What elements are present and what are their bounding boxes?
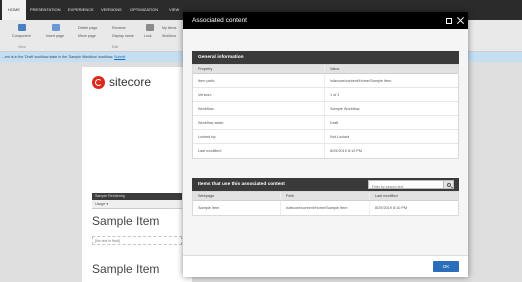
text-field-placeholder[interactable]: [No text in field]	[92, 236, 182, 245]
column-header-webpage: Webpage	[193, 192, 281, 200]
value-cell: 1 of 1	[330, 93, 340, 97]
value-cell: Draft	[330, 121, 339, 125]
table-row: Workflow state: Draft	[193, 116, 458, 130]
edit-group-label: Edit	[112, 45, 119, 49]
general-info-table: Property Value Item path: /sitecore/cont…	[192, 64, 459, 159]
items-section-heading: Items that use this associated content	[192, 178, 459, 191]
value-cell: /sitecore/content/Home/Sample Item	[330, 79, 392, 83]
view-group-label: View	[18, 45, 26, 49]
table-row[interactable]: Sample Item /sitecore/content/Home/Sampl…	[193, 201, 458, 215]
table-row: Workflow: Sample Workflow	[193, 102, 458, 116]
general-info-heading: General information	[192, 51, 459, 64]
table-row: Item path: /sitecore/content/Home/Sample…	[193, 74, 458, 88]
property-cell: Workflow state:	[193, 116, 325, 129]
value-cell: Sample Workflow	[330, 107, 360, 111]
rendering-chrome[interactable]: Sample Rendering	[92, 193, 182, 200]
delete-page-button[interactable]: Delete page	[78, 26, 97, 30]
lock-icon[interactable]	[146, 24, 154, 31]
column-header-last-modified: Last modified	[375, 194, 398, 198]
sample-item-title-2[interactable]: Sample Item	[92, 262, 159, 276]
maximize-icon	[445, 17, 452, 24]
webpage-cell[interactable]: Sample Item	[193, 201, 281, 215]
notice-text: ...em is in the 'Draft' workflow state i…	[2, 55, 114, 59]
close-button[interactable]	[456, 16, 465, 25]
tab-home[interactable]: HOME	[2, 0, 26, 20]
property-cell: Version:	[193, 88, 325, 101]
table-row: Last modified: 8/29/2019 8:10 PM	[193, 144, 458, 158]
ok-button[interactable]: OK	[433, 261, 459, 272]
sitecore-logo-icon	[92, 75, 105, 89]
column-header-path: Path	[281, 192, 370, 200]
table-header: Property Value	[193, 65, 458, 74]
submit-link[interactable]: Submit	[114, 55, 125, 59]
dialog-title: Associated content	[192, 17, 247, 24]
table-header: Webpage Path Last modified	[193, 192, 458, 201]
tab-presentation[interactable]: PRESENTATION	[24, 0, 67, 20]
insert-page-button[interactable]: Insert page	[46, 34, 64, 38]
rename-button[interactable]: Rename	[112, 26, 126, 30]
sample-item-title[interactable]: Sample Item	[92, 214, 159, 228]
tab-versions[interactable]: VERSIONS	[95, 0, 128, 20]
logo-text: sitecore	[109, 75, 152, 89]
column-header-property: Property	[193, 65, 325, 73]
property-cell: Workflow:	[193, 102, 325, 115]
tab-view[interactable]: VIEW	[163, 0, 185, 20]
path-cell: /sitecore/content/Home/Sample Item	[281, 201, 370, 215]
component-icon[interactable]	[18, 24, 26, 31]
search-icon	[446, 182, 451, 187]
value-cell: 8/29/2019 8:10 PM	[330, 149, 363, 153]
workbox-button[interactable]: Workbox	[162, 34, 176, 38]
sitecore-logo: sitecore	[92, 75, 151, 89]
modified-cell: 8/29/2019 8:10 PM	[375, 206, 408, 210]
property-cell: Item path:	[193, 74, 325, 87]
column-header-value: Value	[330, 67, 340, 71]
close-icon	[457, 17, 464, 24]
display-name-button[interactable]: Display name	[112, 34, 134, 38]
search-button[interactable]	[443, 181, 453, 188]
usage-table: Webpage Path Last modified Sample Item /…	[192, 191, 459, 216]
table-row: Version: 1 of 1	[193, 88, 458, 102]
dialog-body: General information Property Value Item …	[183, 29, 468, 255]
search-input[interactable]	[369, 183, 443, 191]
maximize-button[interactable]	[444, 16, 453, 25]
rendering-toolbar[interactable]: Usage ▾	[92, 200, 182, 209]
component-button[interactable]: Component	[12, 34, 31, 38]
dialog-header: Associated content	[183, 12, 468, 29]
property-cell: Locked by:	[193, 130, 325, 143]
move-page-button[interactable]: Move page	[78, 34, 96, 38]
tab-optimization[interactable]: OPTIMIZATION	[124, 0, 164, 20]
lock-button[interactable]: Lock	[144, 34, 152, 38]
property-cell: Last modified:	[193, 144, 325, 158]
items-heading-label: Items that use this associated content	[198, 182, 285, 187]
page-preview	[82, 67, 192, 282]
dialog-footer: OK	[183, 255, 468, 277]
table-row: Locked by: Not Locked	[193, 130, 458, 144]
value-cell: Not Locked	[330, 135, 350, 139]
insert-page-icon[interactable]	[52, 24, 60, 31]
my-items-button[interactable]: My items	[162, 26, 176, 30]
associated-content-dialog: Associated content General information P…	[183, 12, 468, 277]
search-box	[368, 180, 454, 191]
